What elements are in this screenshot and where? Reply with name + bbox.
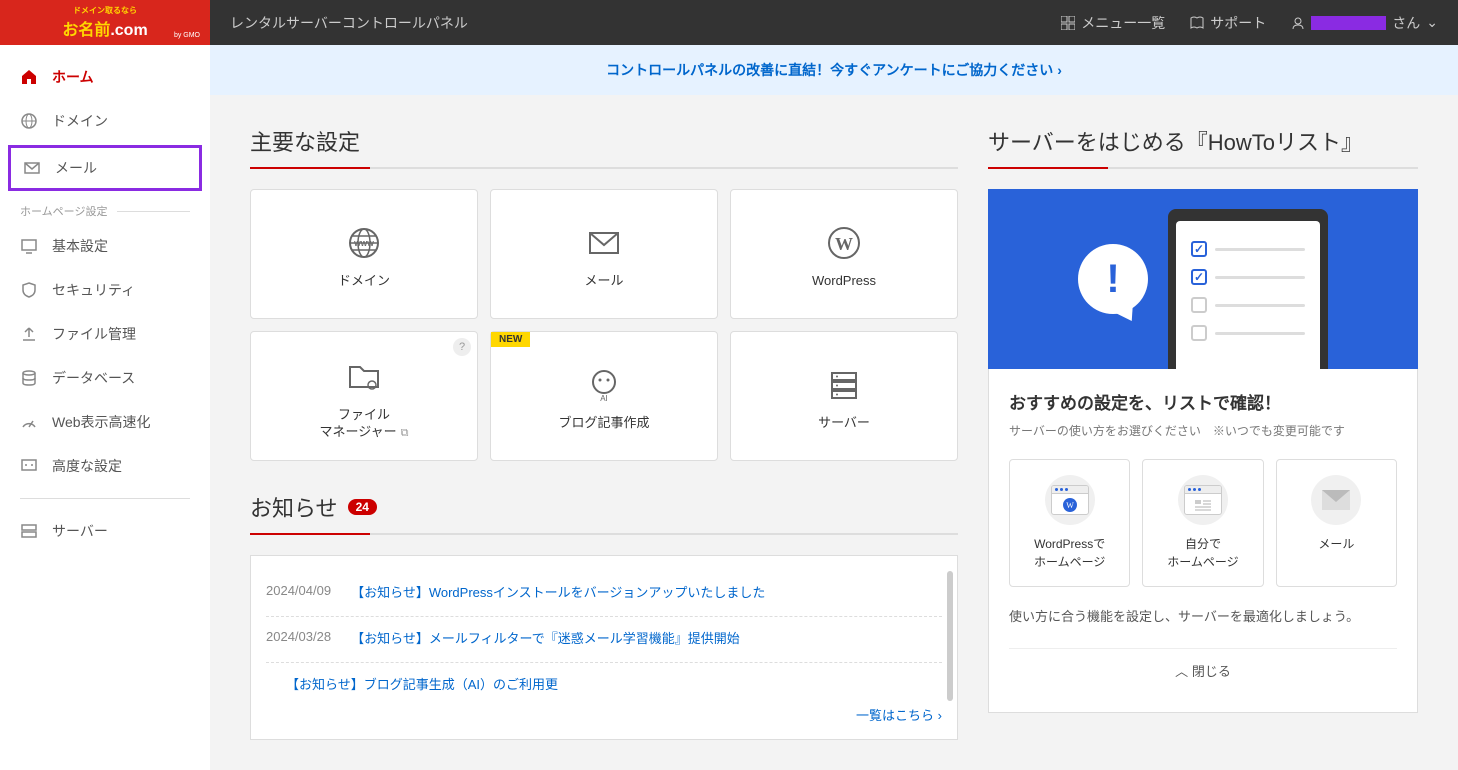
chevron-up-icon: ︿ xyxy=(1175,664,1188,679)
svg-text:AI: AI xyxy=(600,394,608,403)
ai-icon: AI xyxy=(584,365,624,405)
sidebar-section-hp: ホームページ設定 xyxy=(0,193,210,224)
sidebar-item-label: サーバー xyxy=(52,521,108,541)
user-icon xyxy=(1291,16,1305,30)
news-link[interactable]: 【お知らせ】ブログ記事生成（AI）のご利用更 xyxy=(286,675,558,696)
scrollbar[interactable] xyxy=(947,571,953,701)
howto-close-button[interactable]: ︿ 閉じる xyxy=(1009,648,1397,692)
new-badge: NEW xyxy=(491,332,530,347)
grid-icon xyxy=(1061,16,1075,30)
news-item: 2024/03/28 【お知らせ】メールフィルターで『迷惑メール学習機能』提供開… xyxy=(266,617,942,663)
logo[interactable]: ドメイン取るなら お名前.com by GMO xyxy=(0,0,210,45)
support-button[interactable]: サポート xyxy=(1190,13,1266,33)
survey-banner: コントロールパネルの改善に直結！今すぐアンケートにご協力ください › xyxy=(210,45,1458,95)
sidebar-item-file[interactable]: ファイル管理 xyxy=(0,312,210,356)
settings-icon xyxy=(20,457,38,475)
globe-icon xyxy=(20,112,38,130)
www-icon: WWW xyxy=(344,223,384,263)
sidebar-item-label: メール xyxy=(55,158,97,178)
news-link[interactable]: 【お知らせ】メールフィルターで『迷惑メール学習機能』提供開始 xyxy=(351,629,740,650)
sidebar-item-security[interactable]: セキュリティ xyxy=(0,268,210,312)
sidebar-item-home[interactable]: ホーム xyxy=(0,55,210,99)
external-icon: ⧉ xyxy=(401,427,409,439)
howto-option-wordpress[interactable]: W WordPressで ホームページ xyxy=(1009,459,1130,587)
news-title: お知らせ 24 xyxy=(250,491,958,535)
mail-circle-icon xyxy=(1311,475,1361,525)
header-title: レンタルサーバーコントロールパネル xyxy=(230,13,1061,33)
card-mail[interactable]: メール xyxy=(490,189,718,319)
svg-text:W: W xyxy=(1066,501,1074,510)
sidebar-item-basic[interactable]: 基本設定 xyxy=(0,224,210,268)
svg-text:WWW: WWW xyxy=(354,241,374,248)
howto-body: おすすめの設定を、リストで確認！ サーバーの使い方をお選びください ※いつでも変… xyxy=(988,369,1418,713)
howto-hero: ! ✓ ✓ xyxy=(988,189,1418,369)
howto-option-mail[interactable]: メール xyxy=(1276,459,1397,587)
sidebar-item-speed[interactable]: Web表示高速化 xyxy=(0,400,210,444)
envelope-icon xyxy=(584,223,624,263)
card-server[interactable]: サーバー xyxy=(730,331,958,461)
sidebar-item-domain[interactable]: ドメイン xyxy=(0,99,210,143)
user-name xyxy=(1311,16,1386,30)
server-icon xyxy=(20,522,38,540)
news-box: 2024/04/09 【お知らせ】WordPressインストールをバージョンアッ… xyxy=(250,555,958,740)
sidebar-item-label: 高度な設定 xyxy=(52,456,122,476)
content: コントロールパネルの改善に直結！今すぐアンケートにご協力ください › 主要な設定… xyxy=(210,45,1458,770)
mail-icon xyxy=(23,159,41,177)
news-more-link[interactable]: 一覧はこちら › xyxy=(266,695,942,724)
sidebar-item-server[interactable]: サーバー xyxy=(0,509,210,553)
howto-option-self[interactable]: 自分で ホームページ xyxy=(1142,459,1263,587)
sidebar-item-label: Web表示高速化 xyxy=(52,412,151,432)
speed-icon xyxy=(20,413,38,431)
menu-list-button[interactable]: メニュー一覧 xyxy=(1061,13,1165,33)
book-icon xyxy=(1190,16,1204,30)
sidebar-item-label: ファイル管理 xyxy=(52,324,136,344)
sidebar-item-label: データベース xyxy=(52,368,135,388)
database-icon xyxy=(20,369,38,387)
sidebar-item-database[interactable]: データベース xyxy=(0,356,210,400)
howto-title: サーバーをはじめる『HowToリスト』 xyxy=(988,125,1418,169)
howto-sub: サーバーの使い方をお選びください ※いつでも変更可能です xyxy=(1009,422,1397,439)
howto-desc: 使い方に合う機能を設定し、サーバーを最適化しましょう。 xyxy=(1009,607,1397,628)
logo-tagline: ドメイン取るなら xyxy=(73,5,137,16)
wordpress-browser-icon: W xyxy=(1045,475,1095,525)
shield-icon xyxy=(20,281,38,299)
news-item: 2024/04/09 【お知らせ】WordPressインストールをバージョンアッ… xyxy=(266,571,942,617)
sidebar-item-advanced[interactable]: 高度な設定 xyxy=(0,444,210,488)
wordpress-icon: W xyxy=(824,223,864,263)
exclamation-icon: ! xyxy=(1078,244,1148,314)
settings-cards: WWW ドメイン メール W WordPress ? ファイル マネージ xyxy=(250,189,958,461)
clipboard-icon: ✓ ✓ xyxy=(1168,209,1328,369)
card-blog-ai[interactable]: NEW AI ブログ記事作成 xyxy=(490,331,718,461)
sidebar: ホーム ドメイン メール ホームページ設定 基本設定 セキュリティ ファイル管理… xyxy=(0,45,210,770)
sidebar-item-mail[interactable]: メール xyxy=(8,145,202,191)
page-browser-icon xyxy=(1178,475,1228,525)
sidebar-divider xyxy=(20,498,190,499)
survey-link[interactable]: コントロールパネルの改善に直結！今すぐアンケートにご協力ください › xyxy=(606,62,1062,78)
sidebar-item-label: セキュリティ xyxy=(52,280,135,300)
user-menu[interactable]: さん ⌄ xyxy=(1291,13,1438,33)
card-file-manager[interactable]: ? ファイル マネージャー⧉ xyxy=(250,331,478,461)
upload-icon xyxy=(20,325,38,343)
card-wordpress[interactable]: W WordPress xyxy=(730,189,958,319)
svg-text:W: W xyxy=(835,234,853,254)
folder-gear-icon xyxy=(344,357,384,397)
sidebar-item-label: ドメイン xyxy=(52,111,108,131)
monitor-icon xyxy=(20,237,38,255)
sidebar-item-label: 基本設定 xyxy=(52,236,108,256)
howto-heading: おすすめの設定を、リストで確認！ xyxy=(1009,389,1397,414)
chevron-down-icon: ⌄ xyxy=(1426,14,1438,31)
news-count-badge: 24 xyxy=(348,499,377,515)
home-icon xyxy=(20,68,38,86)
header: ドメイン取るなら お名前.com by GMO レンタルサーバーコントロールパネ… xyxy=(0,0,1458,45)
help-icon[interactable]: ? xyxy=(453,338,471,356)
news-link[interactable]: 【お知らせ】WordPressインストールをバージョンアップいたしました xyxy=(351,583,765,604)
news-item: 【お知らせ】ブログ記事生成（AI）のご利用更 xyxy=(266,663,942,696)
sidebar-item-label: ホーム xyxy=(52,67,94,87)
header-bar: レンタルサーバーコントロールパネル メニュー一覧 サポート さん ⌄ xyxy=(210,0,1458,45)
main-settings-title: 主要な設定 xyxy=(250,125,958,169)
server-rack-icon xyxy=(824,365,864,405)
card-domain[interactable]: WWW ドメイン xyxy=(250,189,478,319)
